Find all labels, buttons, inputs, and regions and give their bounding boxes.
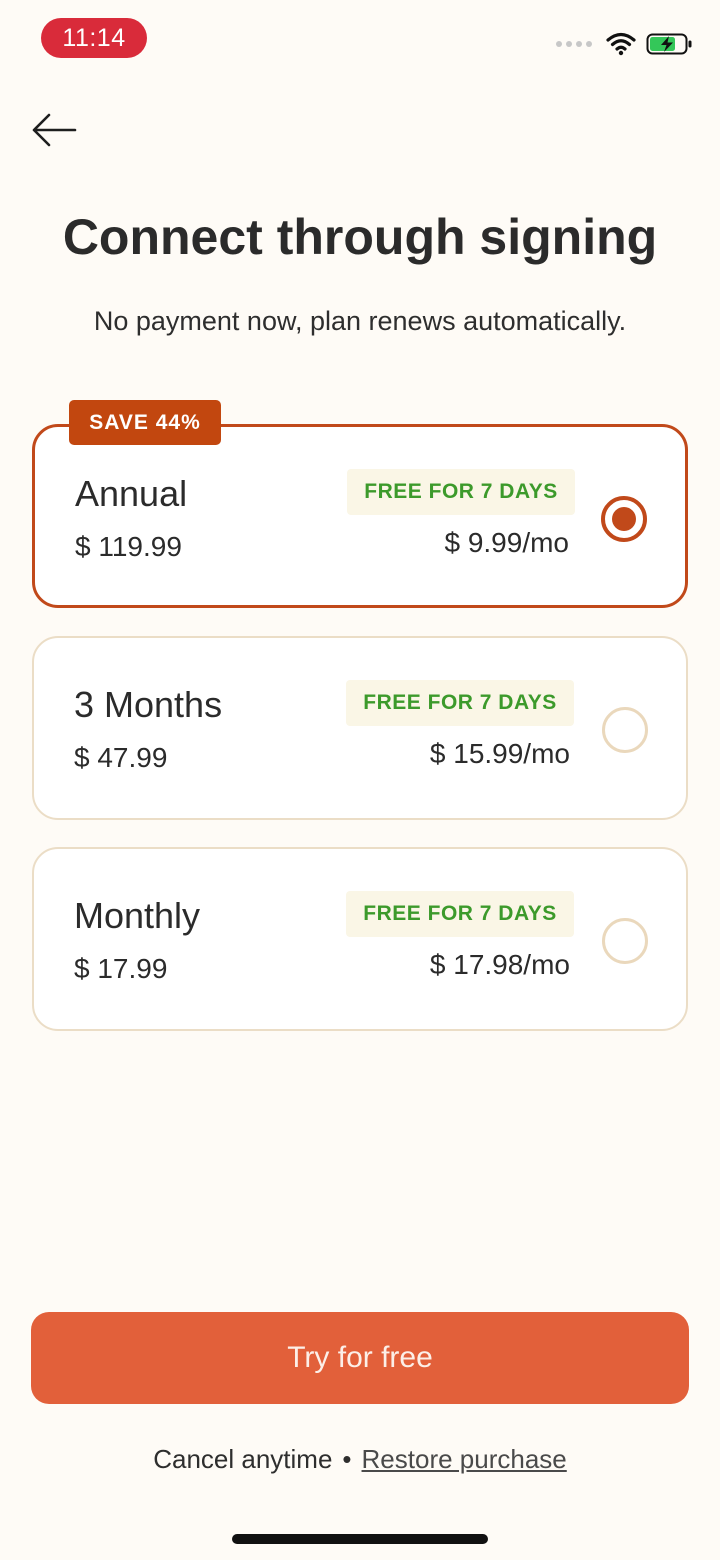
plan-card-monthly[interactable]: Monthly $ 17.99 FREE FOR 7 DAYS $ 17.98/…: [32, 847, 688, 1031]
free-trial-tag: FREE FOR 7 DAYS: [346, 891, 574, 937]
plan-card-annual[interactable]: Annual $ 119.99 FREE FOR 7 DAYS $ 9.99/m…: [32, 424, 688, 608]
battery-charging-icon: [646, 33, 692, 55]
free-trial-tag: FREE FOR 7 DAYS: [347, 469, 575, 515]
arrow-left-icon: [32, 113, 77, 147]
footer: Cancel anytime • Restore purchase: [0, 1444, 720, 1475]
free-trial-tag: FREE FOR 7 DAYS: [346, 680, 574, 726]
home-indicator[interactable]: [232, 1534, 488, 1544]
plan-radio-annual[interactable]: [601, 496, 647, 542]
page-subtitle: No payment now, plan renews automaticall…: [93, 306, 627, 336]
status-bar: 11:14: [0, 0, 720, 80]
plan-total-price: $ 17.99: [74, 953, 168, 984]
plan-monthly-price: $ 17.98/mo: [429, 949, 570, 980]
plan-name: Monthly: [74, 895, 201, 936]
plan-radio-monthly[interactable]: [602, 918, 648, 964]
restore-purchase-link[interactable]: Restore purchase: [362, 1444, 567, 1474]
save-badge: SAVE 44%: [69, 400, 221, 445]
plan-total-price: $ 119.99: [75, 531, 182, 562]
plan-name: 3 Months: [74, 684, 223, 725]
wifi-icon: [606, 32, 636, 56]
plan-monthly-price: $ 9.99/mo: [444, 527, 569, 558]
status-indicators: [556, 28, 694, 60]
back-button[interactable]: [28, 108, 80, 152]
footer-separator: •: [342, 1444, 352, 1474]
status-time: 11:14: [41, 18, 147, 58]
try-for-free-button[interactable]: Try for free: [31, 1312, 689, 1404]
plan-radio-3-months[interactable]: [602, 707, 648, 753]
plan-card-3-months[interactable]: 3 Months $ 47.99 FREE FOR 7 DAYS $ 15.99…: [32, 636, 688, 820]
cancel-anytime-text: Cancel anytime: [153, 1444, 333, 1474]
plan-monthly-price: $ 15.99/mo: [429, 738, 570, 769]
plan-name: Annual: [75, 473, 188, 514]
cellular-signal-icon: [556, 41, 592, 47]
page-title: Connect through signing: [62, 209, 658, 265]
plan-total-price: $ 47.99: [74, 742, 168, 773]
